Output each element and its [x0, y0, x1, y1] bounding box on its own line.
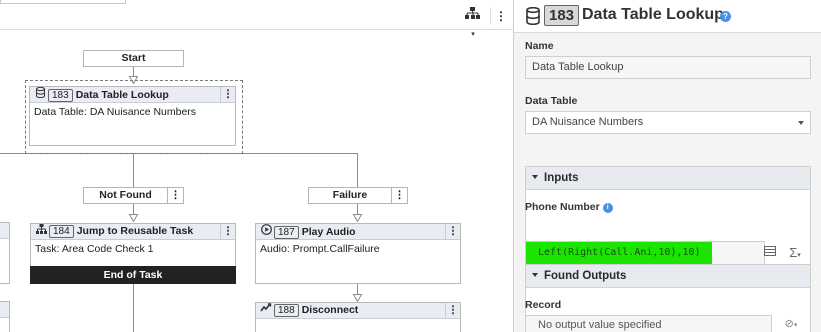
record-options-button[interactable]: ⊘▾	[774, 315, 808, 332]
node-body: Data Table: DA Nuisance Numbers	[34, 106, 197, 118]
node-title: Disconnect	[301, 304, 359, 316]
chevron-down-icon	[798, 121, 804, 125]
not-found-label: Not Found	[99, 189, 152, 201]
node-header: 188 Disconnect ⋮	[256, 303, 460, 319]
record-output-field[interactable]: No output value specified	[525, 315, 772, 332]
info-icon[interactable]: i	[602, 203, 613, 213]
help-icon[interactable]: ?	[720, 11, 731, 22]
panel-title: Data Table Lookup	[582, 6, 724, 23]
failure-label: Failure	[332, 189, 368, 201]
start-label: Start	[121, 52, 146, 64]
node-id-badge: 187	[274, 226, 299, 239]
connector	[133, 284, 134, 332]
offscreen-node[interactable]	[0, 222, 10, 284]
node-header: 187 Play Audio ⋮	[256, 224, 460, 240]
node-id-badge: 188	[274, 304, 299, 317]
node-body: Audio: Prompt.CallFailure	[260, 243, 380, 255]
data-table-value: DA Nuisance Numbers	[532, 116, 644, 128]
arrow-down-icon	[353, 214, 362, 222]
node-id-badge: 184	[49, 225, 74, 238]
node-title: Jump to Reusable Task	[76, 225, 194, 237]
node-menu-button[interactable]: ⋮	[445, 224, 460, 239]
connector	[357, 153, 358, 187]
node-title: Data Table Lookup	[75, 89, 169, 101]
database-icon	[34, 86, 46, 103]
node-menu-button[interactable]: ⋮	[220, 87, 235, 102]
data-table-select[interactable]: DA Nuisance Numbers	[525, 111, 811, 134]
node-body: Task: Area Code Check 1	[35, 243, 154, 255]
name-field[interactable]: Data Table Lookup	[525, 56, 811, 79]
failure-path[interactable]: Failure ⋮	[308, 187, 408, 204]
not-found-path[interactable]: Not Found ⋮	[83, 187, 184, 204]
arrow-down-icon	[353, 294, 362, 302]
data-table-label: Data Table	[525, 95, 578, 107]
node-header: 184 Jump to Reusable Task ⋮	[31, 224, 235, 240]
canvas-toolbar: ▾ ⋮	[0, 0, 513, 38]
name-label: Name	[525, 40, 554, 52]
node-menu-button[interactable]: ⋮	[445, 303, 460, 318]
node-title: Play Audio	[301, 226, 356, 238]
node-header	[0, 302, 9, 318]
collapse-icon	[532, 174, 538, 179]
node-id-badge: 183	[48, 89, 73, 102]
phone-number-expression: Left(Right(Call.Ani,10),10)	[526, 242, 712, 264]
properties-panel: 183 Data Table Lookup ? Name Data Table …	[513, 0, 821, 332]
path-menu-button[interactable]: ⋮	[391, 188, 407, 203]
disconnect-node[interactable]: 188 Disconnect ⋮	[255, 302, 461, 332]
canvas-tab-stub[interactable]	[0, 0, 126, 4]
offscreen-node[interactable]	[0, 301, 10, 332]
end-of-task-bar: End of Task	[30, 266, 236, 284]
inputs-section-toggle[interactable]: Inputs	[526, 167, 810, 190]
database-icon	[526, 7, 540, 25]
table-icon	[764, 246, 776, 256]
node-header: 183 Data Table Lookup ⋮	[30, 86, 235, 103]
toolbar-divider	[490, 7, 491, 25]
chevron-down-icon: ▾	[797, 252, 801, 259]
expression-editor-button[interactable]	[759, 241, 781, 265]
collapse-icon	[532, 272, 538, 277]
phone-number-expression-field[interactable]: Left(Right(Call.Ani,10),10)	[525, 241, 765, 265]
play-audio-node[interactable]: 187 Play Audio ⋮ Audio: Prompt.CallFailur…	[255, 223, 461, 284]
arrow-down-icon	[129, 214, 138, 222]
found-outputs-section-toggle[interactable]: Found Outputs	[526, 265, 810, 288]
chevron-down-icon: ▾	[471, 31, 475, 38]
panel-header: 183 Data Table Lookup ?	[514, 0, 821, 33]
play-icon	[260, 224, 272, 240]
hierarchy-icon	[35, 224, 47, 239]
node-menu-button[interactable]: ⋮	[220, 224, 235, 239]
flow-canvas[interactable]: ▾ ⋮ Start 183 Data Table Lookup ⋮ Data Ta…	[0, 0, 513, 332]
hang-up-icon	[260, 303, 272, 318]
connector	[133, 154, 134, 187]
hierarchy-icon	[465, 7, 480, 19]
canvas-more-button[interactable]: ⋮	[494, 6, 508, 26]
data-table-lookup-node[interactable]: 183 Data Table Lookup ⋮ Data Table: DA Nu…	[29, 86, 236, 146]
found-outputs-title: Found Outputs	[544, 270, 627, 282]
expression-mode-button[interactable]: Σ▾	[782, 241, 808, 265]
node-header	[0, 223, 9, 239]
path-menu-button[interactable]: ⋮	[167, 188, 183, 203]
phone-number-label: Phone Number i	[525, 201, 613, 213]
layout-tree-button[interactable]: ▾	[462, 6, 484, 38]
panel-id-badge: 183	[544, 5, 580, 26]
start-node[interactable]: Start	[83, 50, 184, 67]
inputs-title: Inputs	[544, 172, 579, 184]
record-label: Record	[525, 299, 562, 311]
chevron-down-icon: ▾	[793, 322, 798, 329]
no-value-icon: ⊘	[784, 318, 794, 330]
jump-to-reusable-task-node[interactable]: 184 Jump to Reusable Task ⋮ Task: Area Co…	[30, 223, 236, 284]
